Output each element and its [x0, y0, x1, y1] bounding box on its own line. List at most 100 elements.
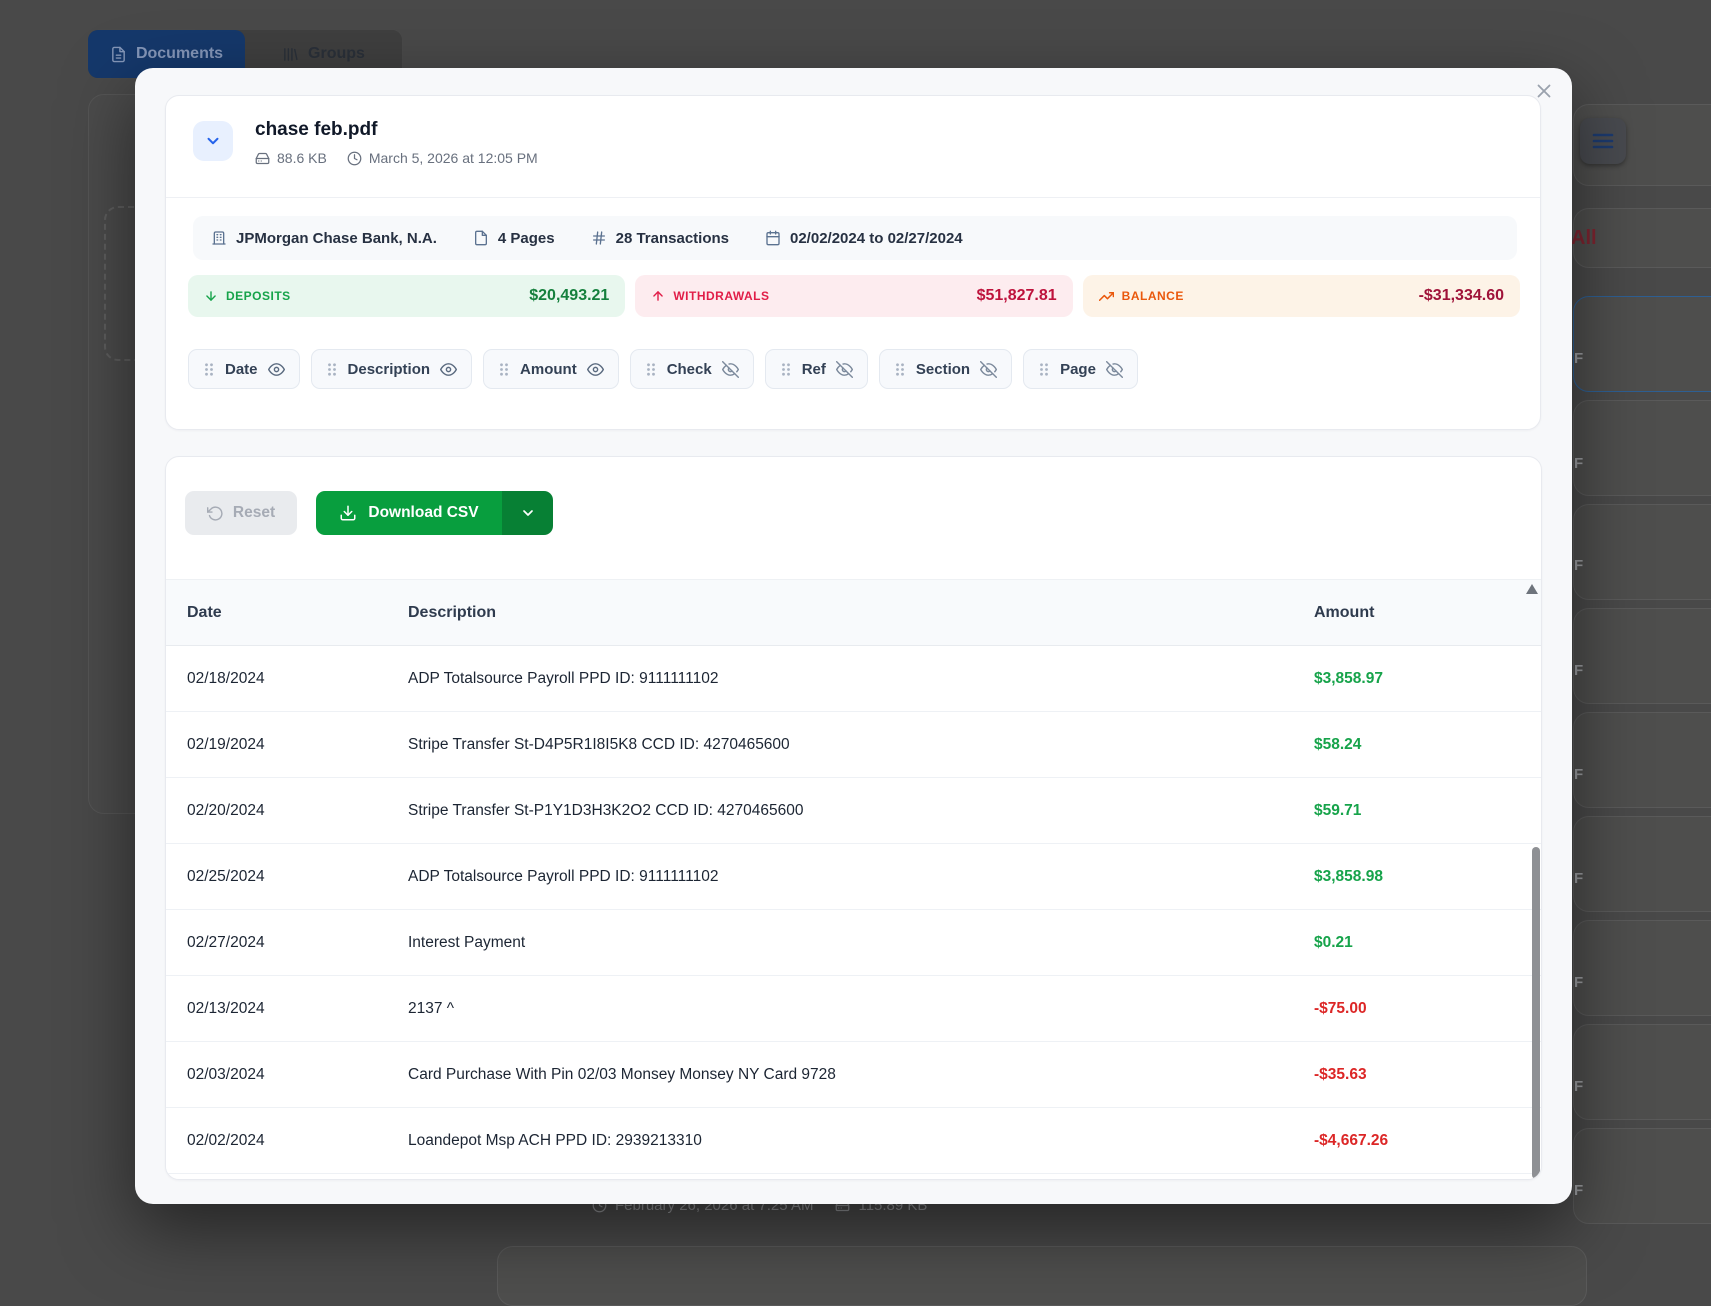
column-toggles: Date Description Amount Check Ref [188, 349, 1138, 389]
drag-handle-icon[interactable] [780, 362, 792, 377]
download-icon [339, 504, 357, 522]
table-row: 02/27/2024 Interest Payment $0.21 [166, 910, 1541, 976]
cell-date: 02/19/2024 [187, 712, 265, 778]
balance-value: -$31,334.60 [1419, 287, 1504, 305]
eye-off-icon[interactable] [836, 361, 853, 378]
background-card [1573, 712, 1711, 808]
file-modified-date: March 5, 2026 at 12:05 PM [369, 150, 538, 166]
eye-icon[interactable] [268, 361, 285, 378]
column-toggle-page[interactable]: Page [1023, 349, 1138, 389]
eye-off-icon[interactable] [1106, 361, 1123, 378]
column-toggle-date[interactable]: Date [188, 349, 300, 389]
drag-handle-icon[interactable] [326, 362, 338, 377]
background-card [1573, 400, 1711, 496]
scroll-up-arrow-icon[interactable] [1526, 584, 1538, 594]
reset-label: Reset [233, 504, 275, 522]
background-card [1573, 504, 1711, 600]
drag-handle-icon[interactable] [645, 362, 657, 377]
stats-row: DEPOSITS $20,493.21 WITHDRAWALS $51,827.… [188, 275, 1520, 317]
drag-handle-icon[interactable] [498, 362, 510, 377]
bank-building-icon [211, 230, 227, 246]
pdf-badge-fragment: F [1574, 766, 1583, 783]
download-label: Download CSV [368, 504, 478, 522]
column-toggle-description[interactable]: Description [311, 349, 473, 389]
document-icon [110, 46, 127, 63]
cell-description: ADP Totalsource Payroll PPD ID: 91111111… [408, 646, 718, 712]
statement-info-bar: JPMorgan Chase Bank, N.A. 4 Pages 28 Tra… [193, 216, 1517, 260]
cell-description: Card Purchase With Pin 02/03 Monsey Mons… [408, 1042, 836, 1108]
background-card [1573, 920, 1711, 1016]
cell-date: 02/27/2024 [187, 910, 265, 976]
clock-icon [347, 151, 362, 166]
download-options-button[interactable] [502, 491, 553, 535]
rotate-ccw-icon [207, 505, 224, 522]
column-toggle-amount[interactable]: Amount [483, 349, 619, 389]
file-size: 88.6 KB [277, 150, 327, 166]
table-row: 02/02/2024 Loandepot Msp ACH PPD ID: 293… [166, 1108, 1541, 1174]
cell-description: Stripe Transfer St-D4P5R1I8I5K8 CCD ID: … [408, 712, 790, 778]
background-card [1573, 1024, 1711, 1120]
reset-button[interactable]: Reset [185, 491, 297, 535]
file-title-row: chase feb.pdf 88.6 KB March 5, 2026 at 1… [193, 113, 538, 166]
header-description: Description [408, 580, 496, 645]
withdrawals-stat-card: WITHDRAWALS $51,827.81 [635, 275, 1072, 317]
header-date: Date [187, 580, 222, 645]
table-row: 02/18/2024 ADP Totalsource Payroll PPD I… [166, 646, 1541, 712]
transactions-card: Reset Download CSV Date Description Amou… [165, 456, 1542, 1180]
column-label: Amount [520, 361, 577, 378]
cell-amount: $0.21 [1314, 910, 1353, 976]
pdf-badge-fragment: F [1574, 1078, 1583, 1095]
download-csv-button[interactable]: Download CSV [316, 491, 502, 535]
cell-amount: $3,858.97 [1314, 646, 1383, 712]
header-amount: Amount [1314, 580, 1374, 645]
library-icon [282, 46, 299, 63]
drag-handle-icon[interactable] [203, 362, 215, 377]
pdf-badge-fragment: F [1574, 557, 1583, 574]
deposits-label: DEPOSITS [226, 289, 291, 303]
column-toggle-ref[interactable]: Ref [765, 349, 868, 389]
table-row: 02/19/2024 Stripe Transfer St-D4P5R1I8I5… [166, 712, 1541, 778]
cell-description: Loandepot Msp ACH PPD ID: 2939213310 [408, 1108, 702, 1174]
collapse-toggle-button[interactable] [193, 121, 233, 161]
table-toolbar: Reset Download CSV [185, 491, 553, 535]
pdf-badge-fragment: F [1574, 455, 1583, 472]
page-count: 4 Pages [498, 230, 555, 247]
background-card [497, 1246, 1587, 1306]
table-row: 02/03/2024 Card Purchase With Pin 02/03 … [166, 1042, 1541, 1108]
table-row: 02/20/2024 Stripe Transfer St-P1Y1D3H3K2… [166, 778, 1541, 844]
column-label: Ref [802, 361, 826, 378]
column-label: Page [1060, 361, 1096, 378]
withdrawals-label: WITHDRAWALS [673, 289, 769, 303]
background-card-selected [1573, 296, 1711, 392]
eye-off-icon[interactable] [722, 361, 739, 378]
eye-icon[interactable] [440, 361, 457, 378]
arrow-down-icon [204, 289, 218, 303]
eye-off-icon[interactable] [980, 361, 997, 378]
scrollbar-thumb[interactable] [1532, 847, 1540, 1179]
hamburger-menu-icon[interactable] [1580, 118, 1626, 164]
column-label: Description [348, 361, 431, 378]
drag-handle-icon[interactable] [894, 362, 906, 377]
chevron-down-icon [520, 505, 536, 521]
cell-date: 02/03/2024 [187, 1042, 265, 1108]
column-label: Date [225, 361, 258, 378]
pdf-badge-fragment: F [1574, 662, 1583, 679]
hash-icon [591, 230, 607, 246]
background-card [1573, 608, 1711, 704]
balance-stat-card: BALANCE -$31,334.60 [1083, 275, 1520, 317]
column-toggle-check[interactable]: Check [630, 349, 754, 389]
cell-date: 02/25/2024 [187, 844, 265, 910]
table-header: Date Description Amount [166, 579, 1541, 646]
column-label: Section [916, 361, 970, 378]
pdf-badge-fragment: F [1574, 350, 1583, 367]
cell-date: 02/13/2024 [187, 976, 265, 1042]
drag-handle-icon[interactable] [1038, 362, 1050, 377]
pdf-badge-fragment: F [1574, 1182, 1583, 1199]
cell-date: 02/02/2024 [187, 1108, 265, 1174]
cell-description: Stripe Transfer St-P1Y1D3H3K2O2 CCD ID: … [408, 778, 803, 844]
table-body: 02/18/2024 ADP Totalsource Payroll PPD I… [166, 646, 1541, 1174]
table-row: 02/25/2024 ADP Totalsource Payroll PPD I… [166, 844, 1541, 910]
document-preview-modal: chase feb.pdf 88.6 KB March 5, 2026 at 1… [135, 68, 1572, 1204]
column-toggle-section[interactable]: Section [879, 349, 1012, 389]
eye-icon[interactable] [587, 361, 604, 378]
